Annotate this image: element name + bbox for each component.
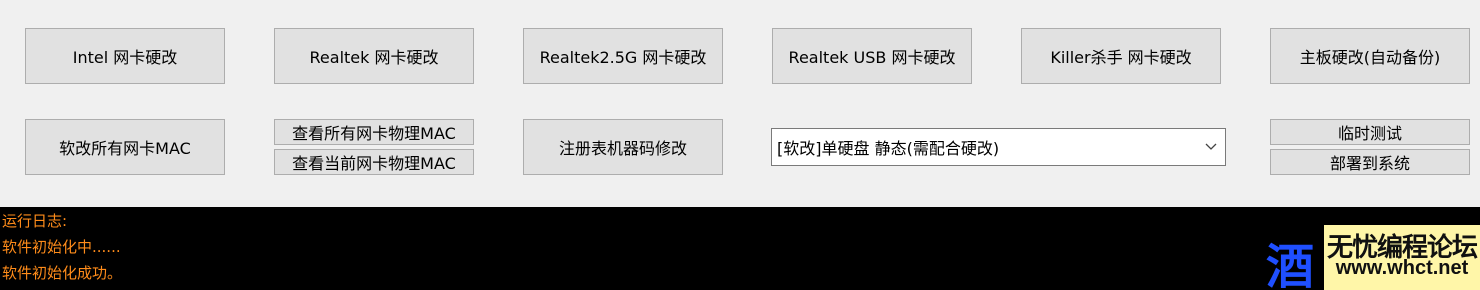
watermark-panel: 无忧编程论坛 www.whct.net bbox=[1324, 225, 1480, 290]
realtek-nic-hardmod-button[interactable]: Realtek 网卡硬改 bbox=[274, 28, 474, 84]
deploy-to-system-button[interactable]: 部署到系统 bbox=[1270, 149, 1470, 175]
view-current-nic-mac-button[interactable]: 查看当前网卡物理MAC bbox=[274, 149, 474, 175]
mode-select-value: [软改]单硬盘 静态(需配合硬改) bbox=[777, 139, 1000, 158]
registry-machine-code-button[interactable]: 注册表机器码修改 bbox=[523, 119, 723, 175]
log-line: 运行日志: bbox=[2, 212, 68, 230]
chevron-down-icon[interactable] bbox=[1197, 129, 1225, 165]
mainboard-hardmod-button[interactable]: 主板硬改(自动备份) bbox=[1270, 28, 1470, 84]
log-line: 软件初始化中...... bbox=[2, 238, 121, 256]
watermark-glyph: 酒 bbox=[1266, 239, 1315, 290]
temp-test-button[interactable]: 临时测试 bbox=[1270, 119, 1470, 145]
soft-modify-all-mac-button[interactable]: 软改所有网卡MAC bbox=[25, 119, 225, 175]
intel-nic-hardmod-button[interactable]: Intel 网卡硬改 bbox=[25, 28, 225, 84]
view-all-nic-mac-button[interactable]: 查看所有网卡物理MAC bbox=[274, 119, 474, 145]
realtek-usb-nic-hardmod-button[interactable]: Realtek USB 网卡硬改 bbox=[772, 28, 972, 84]
main-window: Intel 网卡硬改 Realtek 网卡硬改 Realtek2.5G 网卡硬改… bbox=[0, 0, 1480, 290]
killer-nic-hardmod-button[interactable]: Killer杀手 网卡硬改 bbox=[1021, 28, 1221, 84]
watermark-logo: 酒 无忧编程论坛 www.whct.net bbox=[1264, 225, 1480, 290]
watermark-url: www.whct.net bbox=[1335, 257, 1469, 279]
mode-select-dropdown[interactable]: [软改]单硬盘 静态(需配合硬改) bbox=[771, 128, 1226, 166]
log-line: 软件初始化成功。 bbox=[2, 264, 123, 282]
run-log-panel[interactable]: 运行日志: 软件初始化中...... 软件初始化成功。 bbox=[0, 207, 1480, 290]
realtek-2-5g-nic-hardmod-button[interactable]: Realtek2.5G 网卡硬改 bbox=[523, 28, 723, 84]
